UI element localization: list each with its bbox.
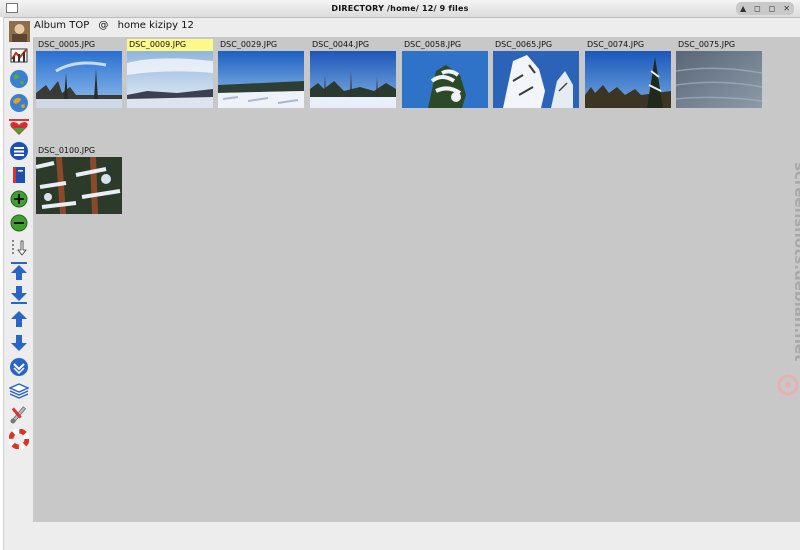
thumbnail-filename: DSC_0058.JPG <box>404 40 462 49</box>
layers-icon[interactable] <box>8 380 30 402</box>
globe-icon[interactable] <box>8 68 30 90</box>
status-bar <box>33 522 800 550</box>
thumbnail-item[interactable]: DSC_0029.JPG <box>218 39 304 108</box>
thumbnail-filename: DSC_0075.JPG <box>678 40 736 49</box>
zoom-out-icon[interactable] <box>8 212 30 234</box>
zoom-in-icon[interactable] <box>8 188 30 210</box>
chevron-down-icon[interactable] <box>8 356 30 378</box>
sort-down-icon[interactable] <box>8 236 30 258</box>
tools-icon[interactable] <box>8 404 30 426</box>
book-icon[interactable] <box>8 164 30 186</box>
window-controls: ▲ ◻ ◻ ✕ <box>736 2 794 15</box>
thumbnail-item[interactable]: DSC_0065.JPG <box>493 39 579 108</box>
thumbnail-filename: DSC_0044.JPG <box>312 40 370 49</box>
up-icon[interactable] <box>8 308 30 330</box>
thumbnail-image[interactable] <box>218 51 304 108</box>
thumbnail-image[interactable] <box>36 51 122 108</box>
maximize-button[interactable]: ◻ <box>769 4 776 13</box>
album-path[interactable]: home kizipy 12 <box>118 20 194 31</box>
first-icon[interactable] <box>8 260 30 282</box>
heart-icon[interactable] <box>8 116 30 138</box>
thumbnail-image[interactable] <box>127 51 213 108</box>
thumbnail-filename: DSC_0074.JPG <box>587 40 645 49</box>
minimize-button[interactable]: ◻ <box>754 4 761 13</box>
thumbnail-image[interactable] <box>493 51 579 108</box>
thumbnail-image[interactable] <box>585 51 671 108</box>
thumbnail-filename: DSC_0100.JPG <box>38 146 96 155</box>
watermark-text: screenshots.debian.net <box>791 162 800 361</box>
thumbnail-filename: DSC_0029.JPG <box>220 40 278 49</box>
album-top-link[interactable]: Album TOP <box>34 20 89 31</box>
thumbnail-item[interactable]: DSC_0044.JPG <box>310 39 396 108</box>
thumbnail-filename: DSC_0065.JPG <box>495 40 553 49</box>
thumbnail-item[interactable]: DSC_0058.JPG <box>402 39 488 108</box>
breadcrumb: Album TOP @ home kizipy 12 <box>34 18 200 36</box>
window-title: DIRECTORY /home/ 12/ 9 files <box>331 4 469 13</box>
help-lifebuoy-icon[interactable] <box>8 428 30 450</box>
thumbnail-item[interactable]: DSC_0005.JPG <box>36 39 122 108</box>
down-icon[interactable] <box>8 332 30 354</box>
thumbnail-image[interactable] <box>402 51 488 108</box>
at-separator: @ <box>98 20 109 31</box>
globe-icon[interactable] <box>8 92 30 114</box>
thumbnail-filename: DSC_0005.JPG <box>38 40 96 49</box>
close-button[interactable]: ✕ <box>783 4 790 13</box>
thumbnail-image[interactable] <box>36 157 122 214</box>
thumbnail-item[interactable]: DSC_0075.JPG <box>676 39 762 108</box>
thumbnail-item[interactable]: DSC_0100.JPG <box>36 145 122 214</box>
title-bar: DIRECTORY /home/ 12/ 9 files ▲ ◻ ◻ ✕ <box>0 0 800 18</box>
shade-button[interactable]: ▲ <box>740 4 746 13</box>
thumbnail-item[interactable]: DSC_0009.JPG <box>127 39 213 108</box>
chart-icon[interactable] <box>8 44 30 66</box>
user-avatar-icon[interactable] <box>8 20 30 42</box>
thumbnail-grid: DSC_0005.JPG DSC_0009.JPG DSC_0029.JPG D… <box>33 37 800 522</box>
thumbnail-image[interactable] <box>310 51 396 108</box>
thumbnail-item[interactable]: DSC_0074.JPG <box>585 39 671 108</box>
tool-sidebar <box>4 18 34 550</box>
watermark: screenshots.debian.net <box>762 160 800 400</box>
thumbnail-filename-selected: DSC_0009.JPG <box>127 39 213 51</box>
thumbnail-image[interactable] <box>676 51 762 108</box>
list-icon[interactable] <box>8 140 30 162</box>
last-icon[interactable] <box>8 284 30 306</box>
